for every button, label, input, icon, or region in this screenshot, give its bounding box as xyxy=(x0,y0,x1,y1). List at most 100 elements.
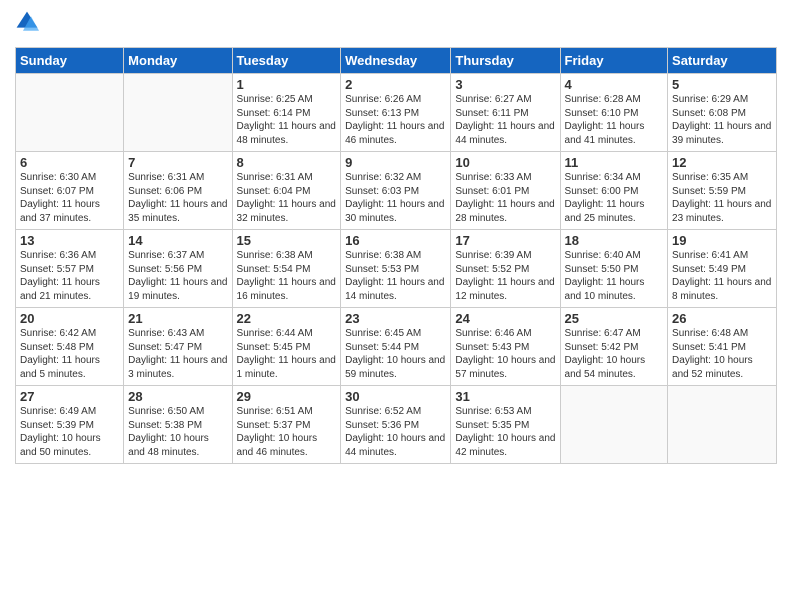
day-number: 9 xyxy=(345,155,446,170)
calendar-week-row: 27Sunrise: 6:49 AMSunset: 5:39 PMDayligh… xyxy=(16,386,777,464)
calendar-cell: 24Sunrise: 6:46 AMSunset: 5:43 PMDayligh… xyxy=(451,308,560,386)
day-info: Sunrise: 6:36 AMSunset: 5:57 PMDaylight:… xyxy=(20,249,119,303)
weekday-header-monday: Monday xyxy=(124,48,232,74)
calendar-cell: 7Sunrise: 6:31 AMSunset: 6:06 PMDaylight… xyxy=(124,152,232,230)
calendar-cell: 20Sunrise: 6:42 AMSunset: 5:48 PMDayligh… xyxy=(16,308,124,386)
day-info: Sunrise: 6:29 AMSunset: 6:08 PMDaylight:… xyxy=(672,93,772,147)
day-info: Sunrise: 6:47 AMSunset: 5:42 PMDaylight:… xyxy=(565,327,664,381)
day-number: 24 xyxy=(455,311,555,326)
header xyxy=(15,10,777,39)
calendar-cell: 3Sunrise: 6:27 AMSunset: 6:11 PMDaylight… xyxy=(451,74,560,152)
day-info: Sunrise: 6:26 AMSunset: 6:13 PMDaylight:… xyxy=(345,93,446,147)
logo-icon xyxy=(15,10,39,34)
calendar-cell: 10Sunrise: 6:33 AMSunset: 6:01 PMDayligh… xyxy=(451,152,560,230)
day-number: 3 xyxy=(455,77,555,92)
day-number: 5 xyxy=(672,77,772,92)
day-info: Sunrise: 6:38 AMSunset: 5:53 PMDaylight:… xyxy=(345,249,446,303)
calendar-cell: 16Sunrise: 6:38 AMSunset: 5:53 PMDayligh… xyxy=(341,230,451,308)
calendar-cell xyxy=(124,74,232,152)
day-number: 11 xyxy=(565,155,664,170)
calendar-cell xyxy=(668,386,777,464)
calendar-cell: 4Sunrise: 6:28 AMSunset: 6:10 PMDaylight… xyxy=(560,74,668,152)
day-number: 29 xyxy=(237,389,337,404)
calendar-cell: 27Sunrise: 6:49 AMSunset: 5:39 PMDayligh… xyxy=(16,386,124,464)
day-info: Sunrise: 6:46 AMSunset: 5:43 PMDaylight:… xyxy=(455,327,555,381)
day-number: 22 xyxy=(237,311,337,326)
calendar-cell: 22Sunrise: 6:44 AMSunset: 5:45 PMDayligh… xyxy=(232,308,341,386)
calendar-cell: 30Sunrise: 6:52 AMSunset: 5:36 PMDayligh… xyxy=(341,386,451,464)
calendar-cell: 29Sunrise: 6:51 AMSunset: 5:37 PMDayligh… xyxy=(232,386,341,464)
day-info: Sunrise: 6:49 AMSunset: 5:39 PMDaylight:… xyxy=(20,405,119,459)
day-info: Sunrise: 6:28 AMSunset: 6:10 PMDaylight:… xyxy=(565,93,664,147)
weekday-header-saturday: Saturday xyxy=(668,48,777,74)
day-info: Sunrise: 6:33 AMSunset: 6:01 PMDaylight:… xyxy=(455,171,555,225)
day-number: 26 xyxy=(672,311,772,326)
calendar-cell xyxy=(560,386,668,464)
day-number: 28 xyxy=(128,389,227,404)
day-number: 20 xyxy=(20,311,119,326)
day-number: 1 xyxy=(237,77,337,92)
weekday-header-row: SundayMondayTuesdayWednesdayThursdayFrid… xyxy=(16,48,777,74)
day-info: Sunrise: 6:39 AMSunset: 5:52 PMDaylight:… xyxy=(455,249,555,303)
day-number: 12 xyxy=(672,155,772,170)
calendar-cell: 14Sunrise: 6:37 AMSunset: 5:56 PMDayligh… xyxy=(124,230,232,308)
day-number: 2 xyxy=(345,77,446,92)
day-number: 16 xyxy=(345,233,446,248)
day-info: Sunrise: 6:31 AMSunset: 6:04 PMDaylight:… xyxy=(237,171,337,225)
day-info: Sunrise: 6:52 AMSunset: 5:36 PMDaylight:… xyxy=(345,405,446,459)
calendar-cell: 1Sunrise: 6:25 AMSunset: 6:14 PMDaylight… xyxy=(232,74,341,152)
day-number: 4 xyxy=(565,77,664,92)
day-info: Sunrise: 6:48 AMSunset: 5:41 PMDaylight:… xyxy=(672,327,772,381)
calendar-cell: 19Sunrise: 6:41 AMSunset: 5:49 PMDayligh… xyxy=(668,230,777,308)
calendar-cell: 5Sunrise: 6:29 AMSunset: 6:08 PMDaylight… xyxy=(668,74,777,152)
calendar-cell: 21Sunrise: 6:43 AMSunset: 5:47 PMDayligh… xyxy=(124,308,232,386)
weekday-header-wednesday: Wednesday xyxy=(341,48,451,74)
calendar-cell: 25Sunrise: 6:47 AMSunset: 5:42 PMDayligh… xyxy=(560,308,668,386)
day-number: 21 xyxy=(128,311,227,326)
day-info: Sunrise: 6:44 AMSunset: 5:45 PMDaylight:… xyxy=(237,327,337,381)
day-info: Sunrise: 6:50 AMSunset: 5:38 PMDaylight:… xyxy=(128,405,227,459)
calendar-week-row: 20Sunrise: 6:42 AMSunset: 5:48 PMDayligh… xyxy=(16,308,777,386)
calendar-cell: 8Sunrise: 6:31 AMSunset: 6:04 PMDaylight… xyxy=(232,152,341,230)
calendar-cell: 26Sunrise: 6:48 AMSunset: 5:41 PMDayligh… xyxy=(668,308,777,386)
day-info: Sunrise: 6:51 AMSunset: 5:37 PMDaylight:… xyxy=(237,405,337,459)
day-info: Sunrise: 6:45 AMSunset: 5:44 PMDaylight:… xyxy=(345,327,446,381)
calendar-cell xyxy=(16,74,124,152)
day-number: 10 xyxy=(455,155,555,170)
weekday-header-thursday: Thursday xyxy=(451,48,560,74)
day-number: 8 xyxy=(237,155,337,170)
weekday-header-tuesday: Tuesday xyxy=(232,48,341,74)
day-info: Sunrise: 6:37 AMSunset: 5:56 PMDaylight:… xyxy=(128,249,227,303)
day-number: 14 xyxy=(128,233,227,248)
calendar-cell: 13Sunrise: 6:36 AMSunset: 5:57 PMDayligh… xyxy=(16,230,124,308)
calendar-week-row: 13Sunrise: 6:36 AMSunset: 5:57 PMDayligh… xyxy=(16,230,777,308)
calendar-table: SundayMondayTuesdayWednesdayThursdayFrid… xyxy=(15,47,777,464)
day-number: 25 xyxy=(565,311,664,326)
day-info: Sunrise: 6:32 AMSunset: 6:03 PMDaylight:… xyxy=(345,171,446,225)
day-number: 23 xyxy=(345,311,446,326)
weekday-header-sunday: Sunday xyxy=(16,48,124,74)
day-number: 13 xyxy=(20,233,119,248)
calendar-cell: 17Sunrise: 6:39 AMSunset: 5:52 PMDayligh… xyxy=(451,230,560,308)
calendar-cell: 15Sunrise: 6:38 AMSunset: 5:54 PMDayligh… xyxy=(232,230,341,308)
calendar-cell: 28Sunrise: 6:50 AMSunset: 5:38 PMDayligh… xyxy=(124,386,232,464)
calendar-week-row: 6Sunrise: 6:30 AMSunset: 6:07 PMDaylight… xyxy=(16,152,777,230)
calendar-cell: 9Sunrise: 6:32 AMSunset: 6:03 PMDaylight… xyxy=(341,152,451,230)
day-info: Sunrise: 6:38 AMSunset: 5:54 PMDaylight:… xyxy=(237,249,337,303)
day-info: Sunrise: 6:42 AMSunset: 5:48 PMDaylight:… xyxy=(20,327,119,381)
calendar-cell: 11Sunrise: 6:34 AMSunset: 6:00 PMDayligh… xyxy=(560,152,668,230)
day-number: 17 xyxy=(455,233,555,248)
day-info: Sunrise: 6:31 AMSunset: 6:06 PMDaylight:… xyxy=(128,171,227,225)
day-number: 27 xyxy=(20,389,119,404)
weekday-header-friday: Friday xyxy=(560,48,668,74)
day-number: 18 xyxy=(565,233,664,248)
calendar-cell: 18Sunrise: 6:40 AMSunset: 5:50 PMDayligh… xyxy=(560,230,668,308)
day-number: 6 xyxy=(20,155,119,170)
calendar-cell: 31Sunrise: 6:53 AMSunset: 5:35 PMDayligh… xyxy=(451,386,560,464)
calendar-cell: 6Sunrise: 6:30 AMSunset: 6:07 PMDaylight… xyxy=(16,152,124,230)
day-info: Sunrise: 6:30 AMSunset: 6:07 PMDaylight:… xyxy=(20,171,119,225)
day-info: Sunrise: 6:53 AMSunset: 5:35 PMDaylight:… xyxy=(455,405,555,459)
day-number: 15 xyxy=(237,233,337,248)
day-info: Sunrise: 6:25 AMSunset: 6:14 PMDaylight:… xyxy=(237,93,337,147)
day-info: Sunrise: 6:27 AMSunset: 6:11 PMDaylight:… xyxy=(455,93,555,147)
